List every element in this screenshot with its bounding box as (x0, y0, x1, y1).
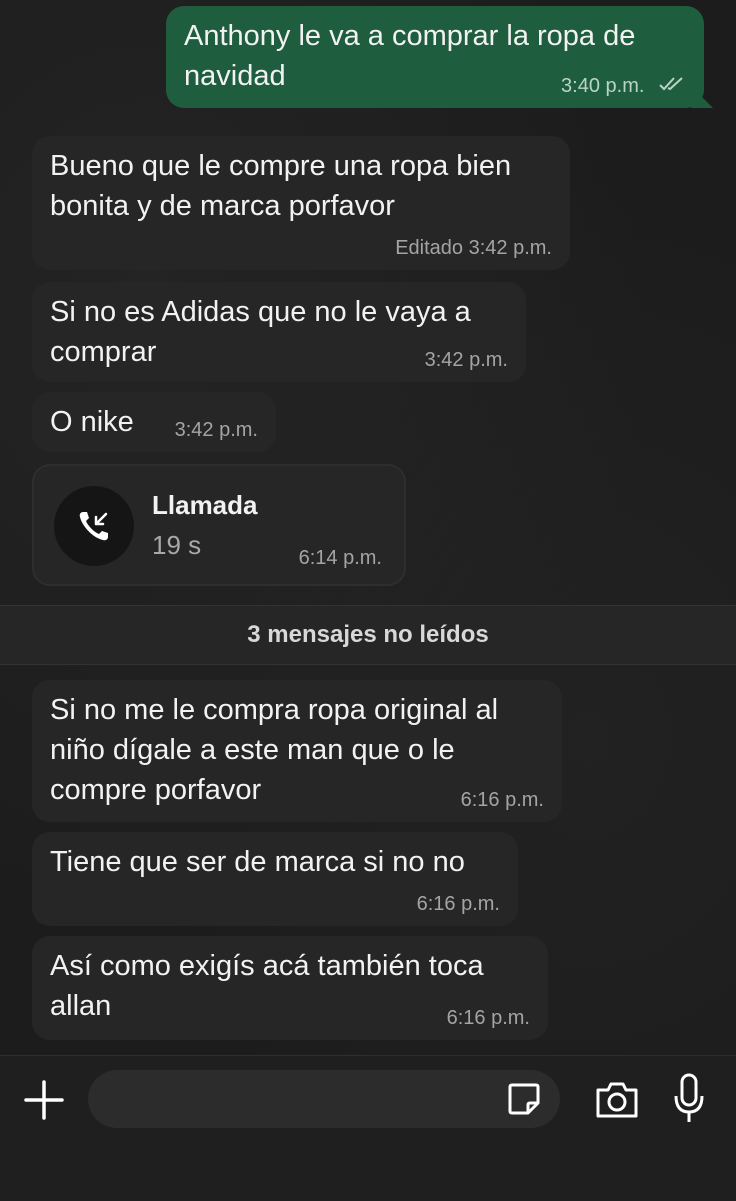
message-time: 3:42 p.m. (174, 419, 258, 441)
call-time: 6:14 p.m. (298, 547, 382, 569)
message-text: Tiene que ser de marca si no no (50, 846, 465, 878)
incoming-message[interactable]: O nike 3:42 p.m. (32, 392, 276, 452)
call-log-card[interactable]: Llamada 19 s 6:14 p.m. (32, 464, 406, 586)
message-time: 3:40 p.m. (561, 74, 645, 97)
message-time: Editado 3:42 p.m. (395, 237, 552, 259)
read-receipt-icon (658, 75, 686, 98)
message-input-bar (0, 1055, 736, 1201)
unread-divider: 3 mensajes no leídos (0, 605, 736, 665)
message-time: 3:42 p.m. (424, 349, 508, 371)
incoming-message[interactable]: Bueno que le compre una ropa bien bonita… (32, 136, 570, 270)
outgoing-message[interactable]: Anthony le va a comprar la ropa de navid… (166, 6, 713, 108)
message-input[interactable] (88, 1070, 560, 1128)
call-title: Llamada (152, 490, 258, 520)
message-time: 6:16 p.m. (446, 1007, 530, 1029)
microphone-icon[interactable] (672, 1072, 706, 1126)
camera-icon[interactable] (594, 1078, 640, 1122)
incoming-message[interactable]: Si no es Adidas que no le vaya a comprar… (32, 282, 526, 382)
message-meta: 3:40 p.m. (561, 75, 686, 98)
incoming-call-icon (54, 486, 134, 566)
message-time: 6:16 p.m. (416, 893, 500, 915)
message-text: Bueno que le compre una ropa bien bonita… (50, 150, 520, 222)
incoming-message[interactable]: Tiene que ser de marca si no no 6:16 p.m… (32, 832, 518, 926)
call-duration: 19 s (152, 530, 202, 560)
unread-divider-label: 3 mensajes no leídos (247, 621, 489, 648)
incoming-message[interactable]: Así como exigís acá también toca allan 6… (32, 936, 548, 1040)
plus-icon[interactable] (22, 1078, 66, 1122)
message-time: 6:16 p.m. (460, 789, 544, 811)
sticker-icon[interactable] (506, 1081, 542, 1117)
incoming-message[interactable]: Si no me le compra ropa original al niño… (32, 680, 562, 822)
